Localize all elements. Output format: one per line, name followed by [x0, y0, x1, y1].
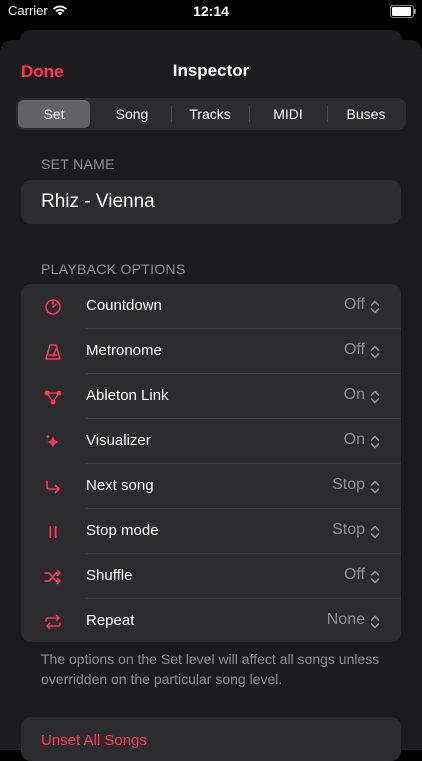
- visualizer-label: Visualizer: [86, 432, 151, 449]
- link-icon: [44, 390, 62, 405]
- stop-mode-label: Stop mode: [86, 522, 159, 539]
- repeat-row[interactable]: Repeat None: [21, 599, 401, 644]
- metronome-value: Off: [343, 341, 365, 358]
- ableton-link-row[interactable]: Ableton Link On: [21, 374, 401, 419]
- repeat-value: None: [326, 611, 365, 628]
- visualizer-value: On: [343, 431, 365, 448]
- unset-all-songs-label: Unset All Songs: [41, 732, 147, 749]
- chevron-updown-icon: [370, 345, 380, 359]
- timer-icon: [45, 299, 61, 315]
- stop-mode-row[interactable]: Stop mode Stop: [21, 509, 401, 554]
- tab-set[interactable]: Set: [18, 100, 90, 128]
- set-name-field[interactable]: Rhiz - Vienna: [21, 180, 401, 224]
- clock: 12:14: [193, 3, 229, 19]
- repeat-label: Repeat: [86, 612, 135, 629]
- visualizer-row[interactable]: Visualizer On: [21, 419, 401, 464]
- chevron-updown-icon: [370, 615, 380, 629]
- next-song-label: Next song: [86, 477, 154, 494]
- shuffle-value: Off: [343, 566, 365, 583]
- playback-footnote: The options on the Set level will affect…: [41, 651, 380, 687]
- playback-options-list: Countdown Off Metronome Off Ableton Link…: [21, 284, 401, 642]
- tab-bar: Set Song Tracks MIDI Buses: [16, 98, 406, 130]
- chevron-updown-icon: [370, 570, 380, 584]
- stop-mode-value: Stop: [332, 521, 365, 538]
- metronome-label: Metronome: [86, 342, 162, 359]
- next-song-row[interactable]: Next song Stop: [21, 464, 401, 509]
- pause-icon: [49, 526, 57, 538]
- tab-midi[interactable]: MIDI: [250, 100, 326, 128]
- shuffle-row[interactable]: Shuffle Off: [21, 554, 401, 599]
- ableton-link-label: Ableton Link: [86, 387, 169, 404]
- sparkle-icon: [46, 434, 59, 448]
- chevron-updown-icon: [370, 300, 380, 314]
- battery-icon: [390, 5, 416, 18]
- set-name-value: Rhiz - Vienna: [41, 191, 155, 212]
- next-song-value: Stop: [332, 476, 365, 493]
- status-bar: Carrier 12:14: [0, 0, 422, 24]
- shuffle-label: Shuffle: [86, 567, 133, 584]
- next-arrow-icon: [46, 480, 60, 494]
- countdown-label: Countdown: [86, 297, 162, 314]
- countdown-row[interactable]: Countdown Off: [21, 284, 401, 329]
- playback-options-header: PLAYBACK OPTIONS: [41, 261, 186, 277]
- repeat-icon: [45, 614, 61, 630]
- ableton-link-value: On: [343, 386, 365, 403]
- tab-tracks[interactable]: Tracks: [172, 100, 248, 128]
- shuffle-icon: [44, 569, 61, 585]
- set-name-header: SET NAME: [41, 156, 115, 172]
- chevron-updown-icon: [370, 525, 380, 539]
- countdown-value: Off: [343, 296, 365, 313]
- chevron-updown-icon: [370, 435, 380, 449]
- page-title: Inspector: [172, 61, 250, 80]
- unset-all-songs-button[interactable]: Unset All Songs: [21, 717, 401, 761]
- chevron-updown-icon: [370, 390, 380, 404]
- chevron-updown-icon: [370, 480, 380, 494]
- metronome-row[interactable]: Metronome Off: [21, 329, 401, 374]
- tab-buses[interactable]: Buses: [328, 100, 404, 128]
- tab-song[interactable]: Song: [94, 100, 170, 128]
- metronome-icon: [45, 344, 61, 360]
